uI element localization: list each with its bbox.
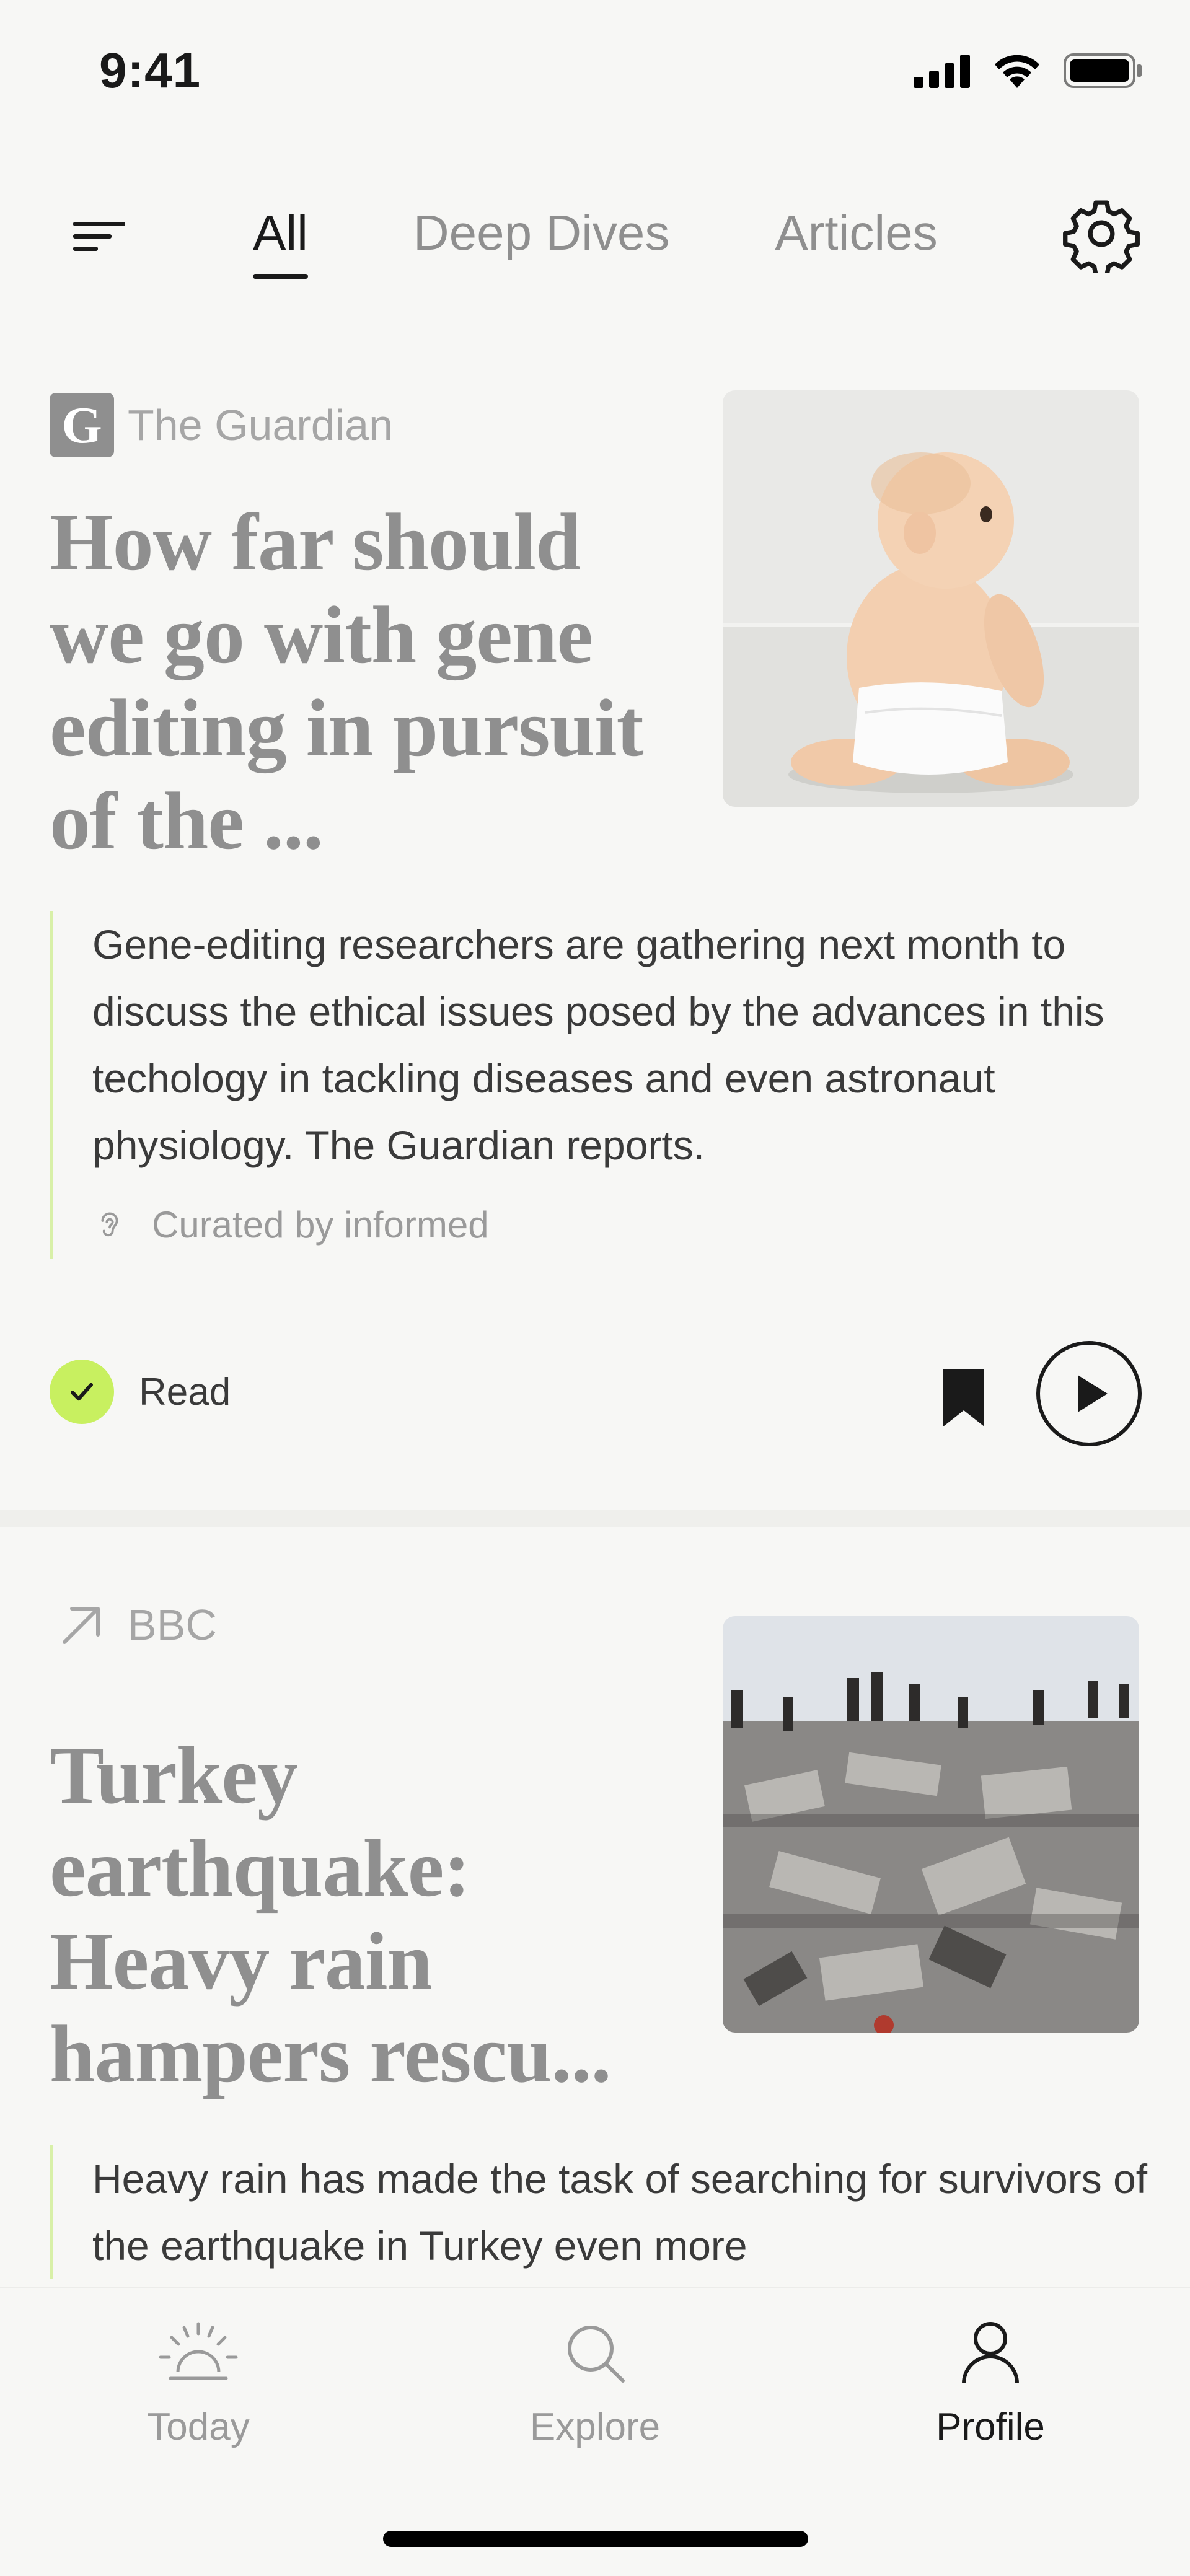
tab-today[interactable]: Today: [87, 2319, 310, 2449]
ear-icon: [101, 1212, 118, 1236]
article-source: BBC: [50, 1593, 217, 1657]
guardian-logo-icon: G: [50, 393, 114, 457]
play-icon: [1078, 1375, 1108, 1412]
source-name: The Guardian: [128, 401, 394, 449]
cellular-signal-icon: [914, 55, 970, 88]
filter-menu-icon: [73, 222, 125, 251]
tab-profile[interactable]: Profile: [879, 2319, 1102, 2449]
status-bar: 9:41: [0, 0, 1190, 149]
article-thumbnail[interactable]: [723, 1616, 1139, 2033]
curated-by: Curated by informed: [92, 1203, 1153, 1259]
article-source: G The Guardian: [50, 393, 393, 457]
curated-text: Curated by informed: [152, 1204, 489, 1246]
bookmark-icon: [943, 1369, 984, 1426]
article-actions: Read: [50, 1332, 1142, 1446]
tab-deep-dives[interactable]: Deep Dives: [413, 204, 670, 279]
article-summary: Heavy rain has made the task of searchin…: [50, 2145, 1153, 2279]
tab-all[interactable]: All: [253, 204, 308, 279]
home-indicator[interactable]: [383, 2531, 808, 2547]
content-tabs: All Deep Dives Articles: [253, 204, 938, 279]
gear-icon: [1063, 200, 1140, 278]
summary-text: Heavy rain has made the task of searchin…: [92, 2156, 1148, 2269]
play-audio-button[interactable]: [1036, 1341, 1142, 1446]
external-link-arrow-icon: [63, 1607, 100, 1644]
article-card[interactable]: G The Guardian How far should we go with…: [0, 390, 1190, 1506]
source-name: BBC: [128, 1601, 217, 1649]
read-label: Read: [139, 1370, 231, 1413]
bookmark-button[interactable]: [936, 1367, 992, 1429]
status-icons: [914, 52, 1144, 89]
tab-today-label: Today: [147, 2406, 250, 2448]
top-nav: All Deep Dives Articles: [0, 180, 1190, 316]
article-summary: Gene-editing researchers are gathering n…: [50, 911, 1153, 1259]
check-icon: [50, 1360, 114, 1424]
filter-menu-button[interactable]: [69, 204, 131, 266]
wifi-icon: [995, 55, 1039, 88]
summary-text: Gene-editing researchers are gathering n…: [92, 921, 1104, 1168]
article-headline[interactable]: How far should we go with gene editing i…: [50, 496, 669, 868]
battery-icon: [1064, 53, 1142, 88]
search-icon: [568, 2326, 625, 2383]
earthquake-rubble-photo-icon: [723, 1616, 1139, 2033]
article-thumbnail[interactable]: [723, 390, 1139, 807]
tab-explore[interactable]: Explore: [483, 2319, 707, 2449]
tab-explore-label: Explore: [529, 2406, 661, 2448]
person-icon: [962, 2322, 1019, 2384]
read-status[interactable]: Read: [50, 1360, 231, 1424]
status-time: 9:41: [99, 43, 201, 98]
settings-button[interactable]: [1062, 195, 1140, 278]
sunrise-icon: [159, 2322, 238, 2380]
article-card[interactable]: BBC Turkey earthquake: Heavy rain hamper…: [0, 1555, 1190, 2299]
card-divider: [0, 1510, 1190, 1527]
article-headline[interactable]: Turkey earthquake: Heavy rain hampers re…: [50, 1729, 669, 2101]
tab-profile-label: Profile: [936, 2406, 1045, 2448]
baby-photo-icon: [723, 390, 1139, 807]
tab-articles[interactable]: Articles: [775, 204, 937, 279]
